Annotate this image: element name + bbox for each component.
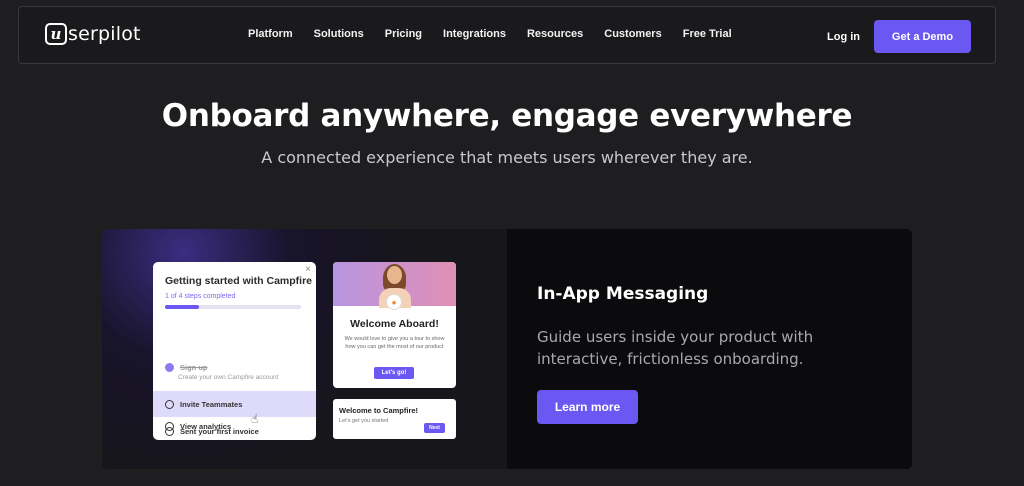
feature-content: In-App Messaging Guide users inside your…: [507, 229, 912, 469]
next-button[interactable]: Next: [424, 423, 445, 433]
learn-more-button[interactable]: Learn more: [537, 390, 638, 424]
tooltip-body: Let's get you started: [339, 418, 389, 424]
circle-icon: [165, 399, 174, 409]
logo-text: serpilot: [68, 23, 141, 45]
welcome-title: Welcome Aboard!: [350, 318, 439, 330]
flame-icon: ●: [386, 294, 402, 310]
tooltip-title: Welcome to Campfire!: [339, 406, 419, 415]
menu-item-pricing[interactable]: Pricing: [385, 28, 422, 40]
menu-item-platform[interactable]: Platform: [248, 28, 293, 40]
welcome-modal: ● Welcome Aboard! We would love to give …: [333, 262, 456, 388]
welcome-tooltip: Welcome to Campfire! Let's get you start…: [333, 399, 456, 439]
checklist-item-label: Invite Teammates: [180, 399, 243, 409]
circle-icon: [165, 421, 174, 431]
login-link[interactable]: Log in: [827, 31, 860, 43]
main-menu: Platform Solutions Pricing Integrations …: [248, 28, 753, 40]
checklist-progress-bar: [165, 305, 301, 309]
get-a-demo-button[interactable]: Get a Demo: [874, 20, 971, 53]
menu-item-customers[interactable]: Customers: [604, 28, 661, 40]
checklist-item-description: Create your own Campfire account: [178, 374, 279, 381]
progress-fill: [165, 305, 199, 309]
feature-card: × Getting started with Campfire 1 of 4 s…: [102, 229, 912, 469]
feature-title: In-App Messaging: [537, 284, 709, 304]
menu-item-resources[interactable]: Resources: [527, 28, 583, 40]
hero-subtitle: A connected experience that meets users …: [261, 148, 753, 167]
checklist-progress-text: 1 of 4 steps completed: [165, 293, 236, 300]
menu-item-solutions[interactable]: Solutions: [314, 28, 364, 40]
check-circle-icon: [165, 362, 174, 372]
welcome-body: We would love to give you a tour to show…: [344, 336, 445, 350]
checklist-title: Getting started with Campfire: [165, 275, 313, 287]
top-navbar: u serpilot Platform Solutions Pricing In…: [18, 6, 996, 64]
checklist-item-view-analytics[interactable]: View analytics: [153, 413, 316, 439]
hero-title: Onboard anywhere, engage everywhere: [161, 98, 853, 134]
feature-description: Guide users inside your product with int…: [537, 328, 814, 368]
checklist-item-label: Sign up: [180, 362, 208, 372]
menu-item-integrations[interactable]: Integrations: [443, 28, 506, 40]
userpilot-logo[interactable]: u serpilot: [45, 23, 141, 45]
feature-illustration: × Getting started with Campfire 1 of 4 s…: [102, 229, 507, 469]
close-icon[interactable]: ×: [305, 264, 311, 275]
logo-mark-icon: u: [45, 23, 67, 45]
lets-go-button[interactable]: Let's go!: [374, 367, 414, 379]
menu-item-free-trial[interactable]: Free Trial: [683, 28, 732, 40]
checklist-item-label: View analytics: [180, 421, 232, 431]
